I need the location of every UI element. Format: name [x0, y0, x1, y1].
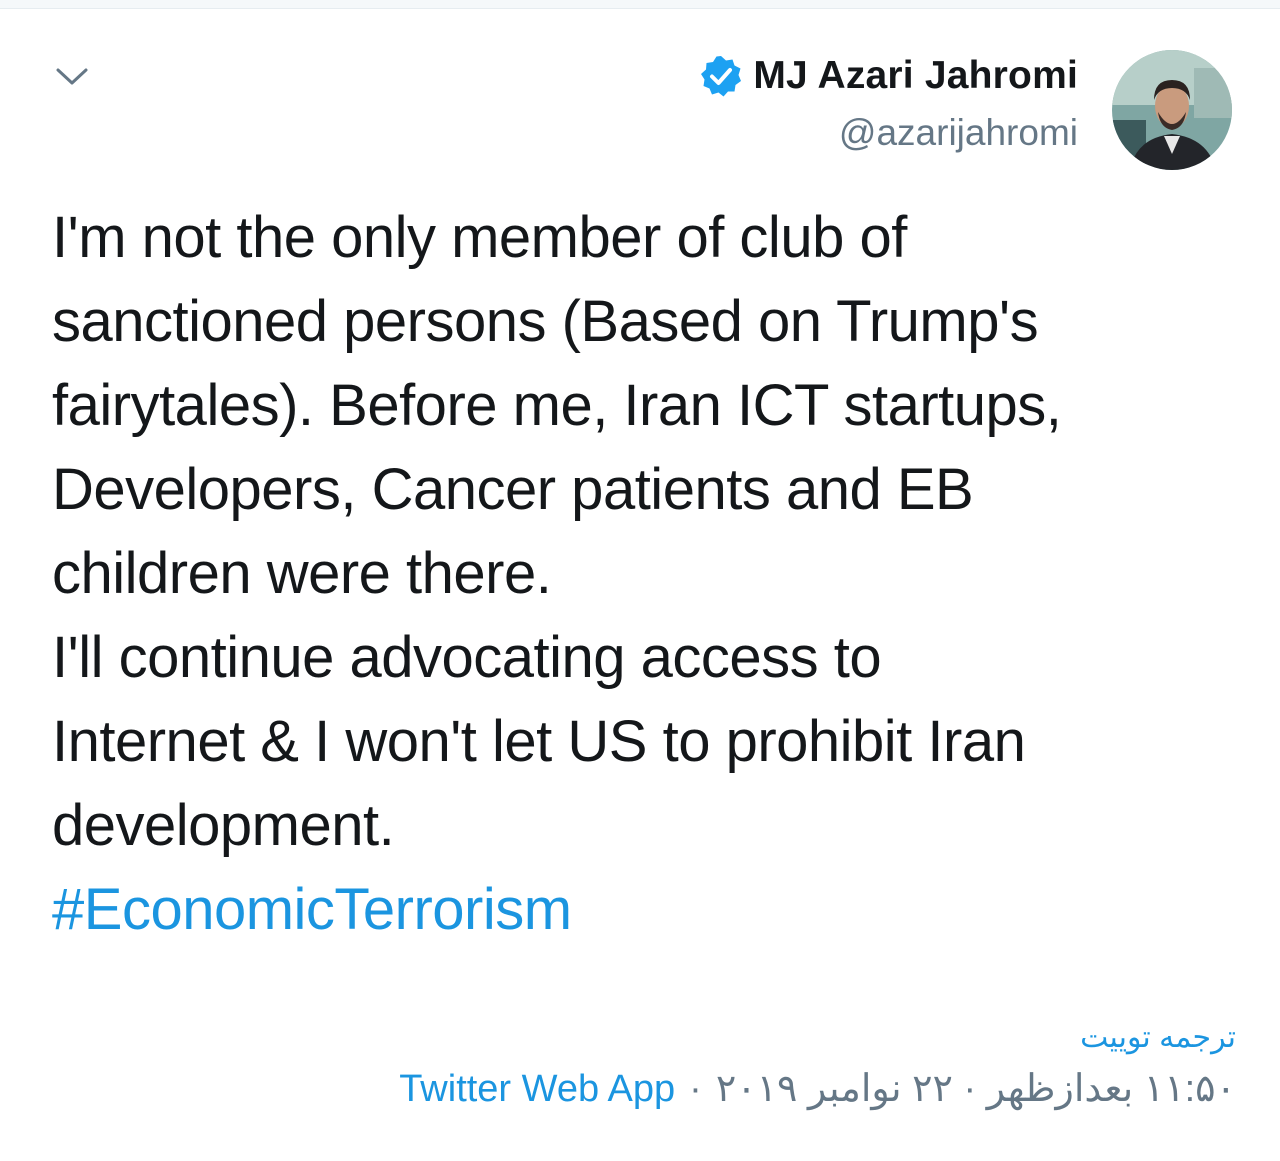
tweet-line: fairytales). Before me, Iran ICT startup… [52, 373, 1062, 438]
tweet-body: I'm not the only member of club of sanct… [52, 196, 1242, 952]
hashtag-link[interactable]: #EconomicTerrorism [52, 868, 1242, 952]
author-handle[interactable]: @azarijahromi [699, 112, 1078, 154]
source-link[interactable]: Twitter Web App [399, 1068, 675, 1111]
top-divider [0, 0, 1280, 9]
tweet-line: I'm not the only member of club of [52, 205, 907, 270]
author-display-name[interactable]: MJ Azari Jahromi [753, 54, 1078, 98]
tweet-meta: Twitter Web App · ۱۱:۵۰ بعدازظهر · ۲۲ نو… [399, 1066, 1236, 1111]
avatar[interactable] [1112, 50, 1232, 170]
author-name-row: MJ Azari Jahromi [699, 50, 1078, 102]
tweet-line: sanctioned persons (Based on Trump's [52, 289, 1039, 354]
translate-tweet-link[interactable]: ترجمه توییت [1080, 1020, 1236, 1055]
chevron-down-icon[interactable] [52, 56, 92, 96]
timestamp[interactable]: ۱۱:۵۰ بعدازظهر · ۲۲ نوامبر ۲۰۱۹ [716, 1066, 1236, 1111]
tweet-line: Developers, Cancer patients and EB [52, 457, 974, 522]
verified-badge-icon [701, 56, 742, 97]
tweet-line: development. [52, 793, 395, 858]
tweet-card: MJ Azari Jahromi @azarijahromi I'm not t… [0, 0, 1280, 1161]
author-block[interactable]: MJ Azari Jahromi @azarijahromi [699, 50, 1078, 154]
tweet-line: I'll continue advocating access to [52, 625, 882, 690]
tweet-line: children were there. [52, 541, 552, 606]
meta-separator: · [689, 1068, 702, 1110]
tweet-line: Internet & I won't let US to prohibit Ir… [52, 709, 1026, 774]
avatar-image [1112, 50, 1232, 170]
